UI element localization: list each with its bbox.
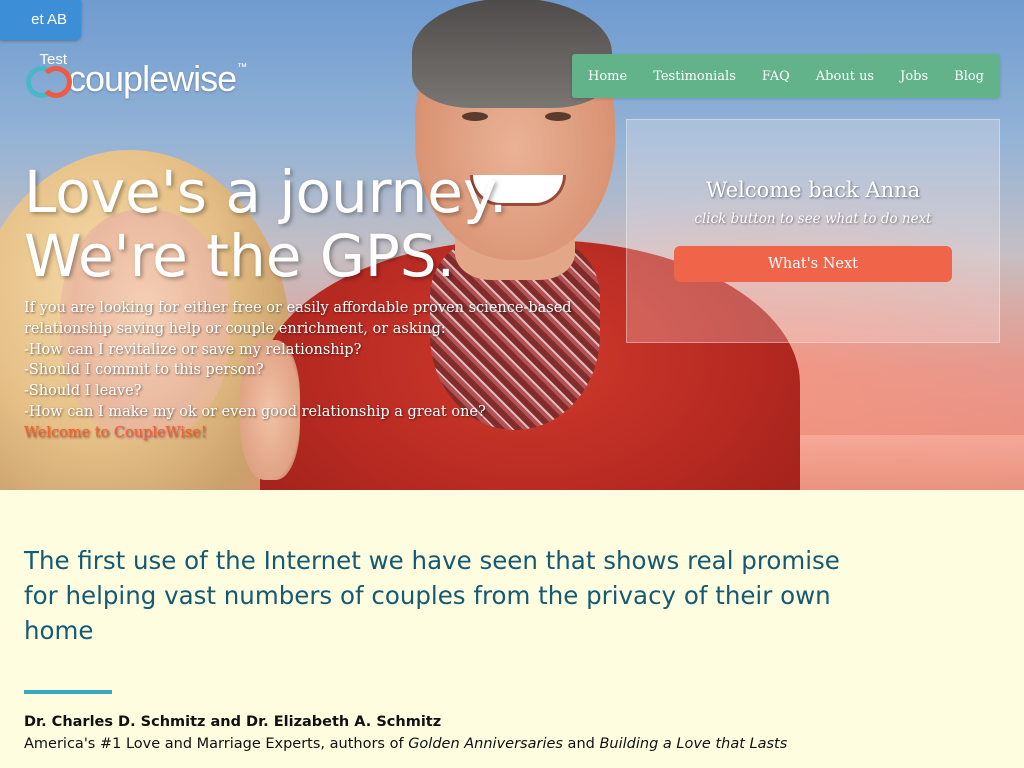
nav-faq[interactable]: FAQ: [749, 69, 803, 84]
logo-text: couplewise: [68, 58, 237, 99]
hero-headline: Love's a journey. We're the GPS.: [24, 160, 507, 288]
testimonial-divider: [24, 690, 112, 694]
main-nav: Home Testimonials FAQ About us Jobs Blog: [572, 54, 1000, 98]
hero-photo-man-eye: [545, 112, 571, 121]
couplewise-logo[interactable]: couplewise ™: [26, 58, 247, 100]
intro-line: -Should I commit to this person?: [24, 362, 264, 379]
hero-photo-man-eye: [462, 112, 488, 121]
testimonial-author: Dr. Charles D. Schmitz and Dr. Elizabeth…: [24, 714, 442, 730]
nav-blog[interactable]: Blog: [941, 69, 997, 84]
hero-intro: If you are looking for either free or ea…: [24, 298, 584, 444]
ab-test-button[interactable]: et AB Test: [0, 0, 81, 68]
whats-next-button[interactable]: What's Next: [674, 246, 952, 282]
hero-headline-line2: We're the GPS.: [24, 222, 456, 290]
testimonial-desc-prefix: America's #1 Love and Marriage Experts, …: [24, 736, 409, 752]
nav-about-us[interactable]: About us: [803, 69, 887, 84]
logo-rings-icon: [26, 60, 72, 100]
intro-line: -How can I revitalize or save my relatio…: [24, 341, 362, 358]
nav-testimonials[interactable]: Testimonials: [640, 69, 749, 84]
hero-section: et AB Test couplewise ™ Home Testimonial…: [0, 0, 1024, 490]
intro-line: If you are looking for either free or ea…: [24, 300, 572, 316]
book-title-building-a-love: Building a Love that Lasts: [599, 736, 788, 752]
intro-line: -Should I leave?: [24, 383, 142, 400]
testimonial-desc-and: and: [562, 736, 600, 752]
book-title-golden-anniversaries: Golden Anniversaries: [408, 736, 563, 752]
welcome-panel-subtitle: click button to see what to do next: [694, 211, 932, 227]
hero-headline-line1: Love's a journey.: [24, 158, 508, 226]
logo-trademark: ™: [237, 62, 247, 73]
nav-home[interactable]: Home: [575, 69, 640, 84]
welcome-message: Welcome to CoupleWise!: [24, 424, 207, 441]
intro-line: relationship saving help or couple enric…: [24, 320, 446, 337]
welcome-panel: Welcome back Anna click button to see wh…: [626, 119, 1000, 343]
intro-line: -How can I make my ok or even good relat…: [24, 403, 486, 420]
nav-jobs[interactable]: Jobs: [887, 69, 941, 84]
testimonial-quote: The first use of the Internet we have se…: [24, 546, 840, 645]
welcome-panel-title: Welcome back Anna: [705, 178, 921, 202]
testimonial-description: America's #1 Love and Marriage Experts, …: [24, 736, 787, 752]
